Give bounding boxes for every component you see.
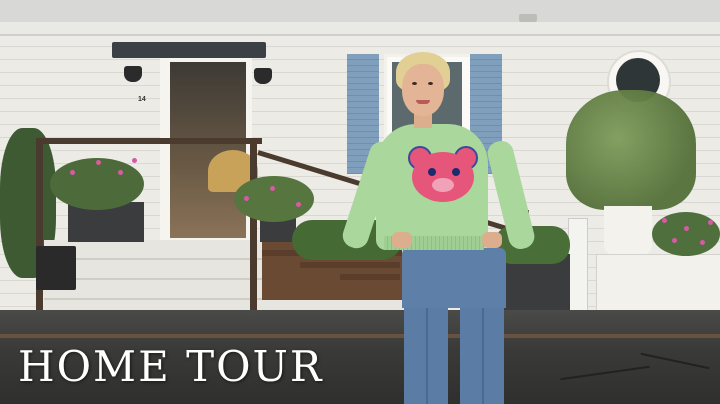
mouth (416, 100, 430, 104)
roof-edge (0, 22, 720, 36)
flower (244, 196, 249, 201)
bear-eye (428, 168, 436, 176)
overlay-title: HOME TOUR (18, 342, 324, 391)
teddy-bear-graphic (412, 152, 474, 202)
stair-step (340, 274, 400, 280)
flower (672, 238, 677, 243)
flower (132, 158, 137, 163)
jeans (402, 248, 506, 308)
leg-seam (426, 300, 428, 404)
white-pot (604, 206, 652, 254)
mailbox (36, 246, 76, 290)
bear-eye (452, 168, 460, 176)
bear-snout (432, 178, 454, 192)
flower (684, 226, 689, 231)
deck-post (250, 138, 257, 318)
curb-line (0, 334, 720, 338)
flower (708, 220, 713, 225)
eye (428, 82, 433, 85)
door-awning (112, 42, 266, 58)
potted-tree (566, 90, 696, 210)
leg-seam (482, 300, 484, 404)
flower (70, 170, 75, 175)
right-hand (482, 232, 502, 248)
flower (296, 202, 301, 207)
eye (412, 82, 417, 85)
flower (700, 240, 705, 245)
photo-scene: 14 HOME TOUR (0, 0, 720, 404)
flower (118, 170, 123, 175)
wall-lamp-icon (124, 66, 142, 82)
flower (270, 186, 275, 191)
deck-post (36, 138, 43, 318)
face (402, 64, 444, 116)
house-number: 14 (138, 96, 146, 103)
flower-bush-left (50, 158, 144, 210)
left-hand (392, 232, 412, 248)
stair-step (300, 262, 400, 268)
flower (96, 160, 101, 165)
deck-rail (36, 138, 262, 144)
roof-vent (519, 14, 537, 22)
utility-pipe (568, 218, 588, 316)
wall-lamp-icon (254, 68, 272, 84)
flower (662, 218, 667, 223)
